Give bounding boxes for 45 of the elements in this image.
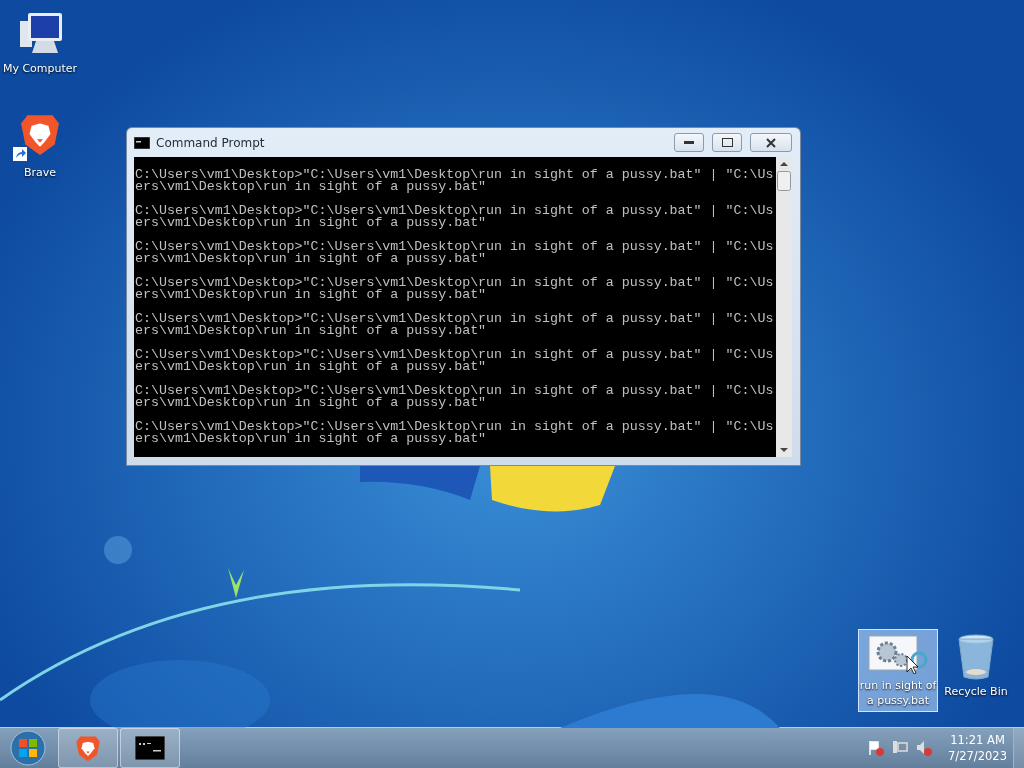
icon-label: Recycle Bin [944, 684, 1008, 699]
scroll-thumb[interactable] [777, 171, 791, 191]
console-line: C:\Users\vm1\Desktop>"C:\Users\vm1\Desktop\run in sight of a pussy.bat" | "C:\Us [135, 169, 775, 181]
minimize-icon [684, 140, 694, 145]
desktop-icon[interactable]: Brave [0, 106, 80, 185]
clock[interactable]: 11:21 AM 7/27/2023 [948, 732, 1007, 764]
console-line: ers\vm1\Desktop\run in sight of a pussy.bat" [135, 433, 487, 445]
flag-icon[interactable] [868, 740, 885, 756]
minimize-button[interactable] [674, 133, 704, 152]
network-icon[interactable] [892, 740, 909, 756]
console-line: ers\vm1\Desktop\run in sight of a pussy.bat" [135, 217, 487, 229]
console-line: C:\Users\vm1\Desktop>"C:\Users\vm1\Desktop\run in sight of a pussy.bat" | "C:\Us [135, 349, 775, 361]
restore-icon [721, 138, 733, 147]
console-line: C:\Users\vm1\Desktop>"C:\Users\vm1\Desktop\run in sight of a pussy.bat" | "C:\Us [135, 205, 775, 217]
console-line: ers\vm1\Desktop\run in sight of a pussy.bat" [135, 253, 487, 265]
console-line: ers\vm1\Desktop\run in sight of a pussy.bat" [135, 361, 487, 373]
console-line: C:\Users\vm1\Desktop>"C:\Users\vm1\Desktop\run in sight of a pussy.bat" | "C:\Us [135, 313, 775, 325]
console-icon [135, 736, 165, 760]
console-line: C:\Users\vm1\Desktop>"C:\Users\vm1\Desktop\run in sight of a pussy.bat" | "C:\Us [135, 385, 775, 397]
console-line: ers\vm1\Desktop\run in sight of a pussy.bat" [135, 397, 487, 409]
console-line: ers\vm1\Desktop\run in sight of a pussy.bat" [135, 289, 487, 301]
window-title: Command Prompt [156, 135, 266, 150]
icon-label: run in sight of a pussy.bat [859, 678, 937, 708]
date-text: 7/27/2023 [948, 748, 1007, 764]
maximize-button[interactable] [712, 133, 742, 152]
desktop-icon[interactable]: Recycle Bin [936, 629, 1016, 703]
icon-label: Brave [23, 165, 57, 181]
close-icon [766, 137, 776, 148]
windows-logo-icon [10, 730, 46, 766]
scrollbar[interactable] [776, 157, 792, 457]
console-line: C:\Users\vm1\Desktop>"C:\Users\vm1\Desktop\run in sight of a pussy.bat" | "C:\Us [135, 421, 775, 433]
console-line: C:\Users\vm1\Desktop>"C:\Users\vm1\Desktop\run in sight of a pussy.bat" | "C:\Us [135, 277, 775, 289]
time-text: 11:21 AM [950, 732, 1005, 748]
icon-label: My Computer [2, 61, 78, 76]
gear-window-icon [867, 634, 929, 674]
taskbar-button[interactable] [120, 728, 180, 768]
muted-speaker-icon[interactable] [916, 740, 933, 756]
console-line: C:\Users\vm1\Desktop>"C:\Users\vm1\Desktop\run in sight of a pussy.bat" | "C:\Us [135, 241, 775, 253]
shortcut-arrow-icon [13, 147, 27, 162]
console-icon [134, 136, 150, 149]
recycle-bin-icon [956, 634, 996, 680]
close-button[interactable] [750, 133, 792, 152]
console-line: ers\vm1\Desktop\run in sight of a pussy.bat" [135, 325, 487, 337]
desktop-icon[interactable]: My Computer [0, 6, 80, 80]
console-line: ers\vm1\Desktop\run in sight of a pussy.bat" [135, 181, 487, 193]
